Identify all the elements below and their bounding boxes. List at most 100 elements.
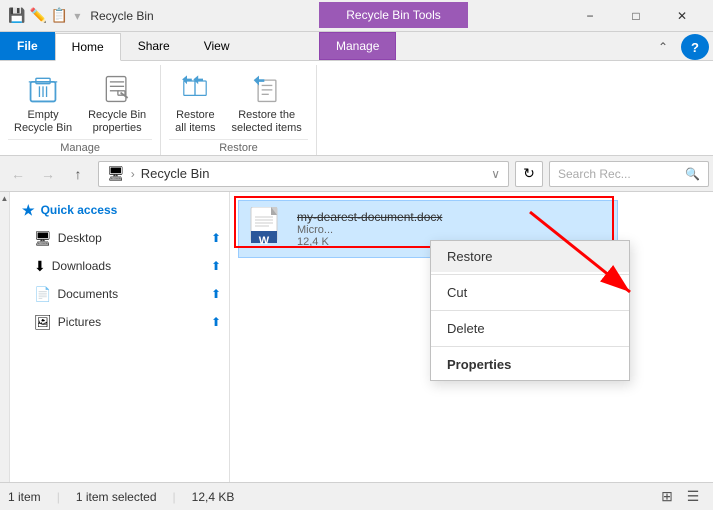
context-menu-divider-2: [431, 310, 629, 311]
sidebar-item-downloads[interactable]: ⬇ Downloads ⬆: [10, 252, 229, 280]
title-bar-icons: 💾 ✏️ 📋 ▾: [8, 7, 82, 24]
file-size: 12,4 K: [297, 236, 442, 248]
tab-manage-label: Manage: [336, 39, 379, 53]
ribbon-group-manage-content: EmptyRecycle Bin Recycle Binproperties: [8, 65, 152, 139]
context-menu-properties[interactable]: Properties: [431, 349, 629, 380]
file-area[interactable]: W my-dearest-document.docx Micro... 12,4…: [230, 192, 713, 482]
maximize-button[interactable]: □: [613, 0, 659, 32]
quick-access-star-icon: ★: [22, 202, 35, 219]
qat-icon-3[interactable]: 📋: [51, 7, 68, 24]
ribbon-tools-label: Recycle Bin Tools: [346, 8, 441, 22]
nav-bar: ← → ↑ 🖥 › Recycle Bin ∨ ↻ Search Rec... …: [0, 156, 713, 192]
ribbon-tools-banner: Recycle Bin Tools: [319, 2, 468, 28]
tab-file-label: File: [17, 39, 38, 53]
sidebar-downloads-label: Downloads: [52, 259, 205, 273]
window-title: Recycle Bin: [90, 9, 153, 23]
context-cut-label: Cut: [447, 285, 467, 300]
status-item-count: 1 item: [8, 490, 41, 504]
address-separator: ›: [131, 167, 135, 181]
window-controls: − □ ✕: [567, 0, 705, 32]
file-type: Micro...: [297, 224, 442, 236]
status-selected: 1 item selected: [76, 490, 157, 504]
documents-icon: 📄: [34, 286, 51, 303]
tab-view-label: View: [204, 39, 230, 53]
tab-home-label: Home: [72, 40, 104, 54]
address-bar[interactable]: 🖥 › Recycle Bin ∨: [98, 161, 509, 187]
qat-icon-2[interactable]: ✏️: [29, 7, 46, 24]
context-menu-delete[interactable]: Delete: [431, 313, 629, 344]
empty-recycle-bin-button[interactable]: EmptyRecycle Bin: [8, 69, 78, 139]
back-button[interactable]: ←: [4, 160, 32, 188]
tab-file[interactable]: File: [0, 32, 55, 60]
refresh-button[interactable]: ↻: [515, 161, 543, 187]
sidebar: ★ Quick access 🖥 Desktop ⬆ ⬇ Downloads ⬆…: [10, 192, 230, 482]
restore-group-label: Restore: [169, 139, 308, 158]
desktop-icon: 🖥: [34, 230, 52, 247]
forward-button[interactable]: →: [34, 160, 62, 188]
empty-recycle-bin-label: EmptyRecycle Bin: [14, 109, 72, 135]
recycle-bin-properties-icon: [101, 73, 133, 105]
help-button[interactable]: ?: [681, 34, 709, 60]
qat-separator: ▾: [74, 9, 80, 23]
manage-group-label: Manage: [8, 139, 152, 158]
pictures-icon: 🖼: [34, 314, 52, 331]
tab-home[interactable]: Home: [55, 33, 121, 61]
minimize-button[interactable]: −: [567, 0, 613, 32]
qat-icon-1[interactable]: 💾: [8, 7, 25, 24]
status-separator-1: |: [57, 490, 60, 504]
restore-selected-button[interactable]: Restore theselected items: [226, 69, 308, 139]
restore-selected-label: Restore theselected items: [232, 109, 302, 135]
address-chevron: ∨: [491, 167, 500, 181]
tab-view[interactable]: View: [187, 32, 247, 60]
context-menu-restore[interactable]: Restore: [431, 241, 629, 272]
up-button[interactable]: ↑: [64, 160, 92, 188]
context-menu-divider-1: [431, 274, 629, 275]
restore-all-icon: [179, 73, 211, 105]
sidebar-item-documents[interactable]: 📄 Documents ⬆: [10, 280, 229, 308]
tab-share-label: Share: [138, 39, 170, 53]
sidebar-desktop-label: Desktop: [58, 231, 205, 245]
main-content: ▲ ★ Quick access 🖥 Desktop ⬆ ⬇ Downloads…: [0, 192, 713, 482]
sidebar-quick-access[interactable]: ★ Quick access: [10, 196, 229, 224]
restore-all-items-button[interactable]: Restoreall items: [169, 69, 221, 139]
status-bar: 1 item | 1 item selected | 12,4 KB ⊞ ☰: [0, 482, 713, 510]
documents-pin-icon: ⬆: [211, 287, 221, 301]
detail-view-button[interactable]: ☰: [681, 487, 705, 507]
sidebar-pictures-label: Pictures: [58, 315, 205, 329]
restore-selected-icon: [251, 73, 283, 105]
sidebar-item-pictures[interactable]: 🖼 Pictures ⬆: [10, 308, 229, 336]
svg-text:W: W: [259, 235, 270, 247]
sidebar-documents-label: Documents: [57, 287, 205, 301]
recycle-bin-properties-button[interactable]: Recycle Binproperties: [82, 69, 152, 139]
close-button[interactable]: ✕: [659, 0, 705, 32]
downloads-icon: ⬇: [34, 258, 46, 275]
title-bar: 💾 ✏️ 📋 ▾ Recycle Bin Recycle Bin Tools −…: [0, 0, 713, 32]
context-properties-label: Properties: [447, 357, 511, 372]
tab-share[interactable]: Share: [121, 32, 187, 60]
collapse-ribbon-button[interactable]: ⌃: [651, 35, 675, 59]
context-menu-cut[interactable]: Cut: [431, 277, 629, 308]
address-icon: 🖥: [107, 165, 125, 182]
ribbon-group-restore-content: Restoreall items Restore theselected ite…: [169, 65, 308, 139]
desktop-pin-icon: ⬆: [211, 231, 221, 245]
downloads-pin-icon: ⬆: [211, 259, 221, 273]
file-name: my-dearest-document.docx: [297, 210, 442, 224]
tab-strip: File Home Share View Manage ⌃ ?: [0, 32, 713, 60]
sidebar-item-desktop[interactable]: 🖥 Desktop ⬆: [10, 224, 229, 252]
recycle-bin-properties-label: Recycle Binproperties: [88, 109, 146, 135]
empty-recycle-bin-icon: [27, 73, 59, 105]
search-bar[interactable]: Search Rec... 🔍: [549, 161, 709, 187]
view-buttons: ⊞ ☰: [655, 487, 705, 507]
scroll-up-icon[interactable]: ▲: [1, 194, 9, 203]
list-view-button[interactable]: ⊞: [655, 487, 679, 507]
context-delete-label: Delete: [447, 321, 485, 336]
tab-manage[interactable]: Manage: [319, 32, 396, 60]
restore-all-label: Restoreall items: [175, 109, 215, 135]
ribbon-group-restore: Restoreall items Restore theselected ite…: [161, 65, 317, 155]
file-info: my-dearest-document.docx Micro... 12,4 K: [297, 210, 442, 248]
ribbon: EmptyRecycle Bin Recycle Binproperties M…: [0, 60, 713, 156]
ribbon-group-manage: EmptyRecycle Bin Recycle Binproperties M…: [0, 65, 161, 155]
context-restore-label: Restore: [447, 249, 493, 264]
status-size: 12,4 KB: [192, 490, 235, 504]
status-separator-2: |: [173, 490, 176, 504]
